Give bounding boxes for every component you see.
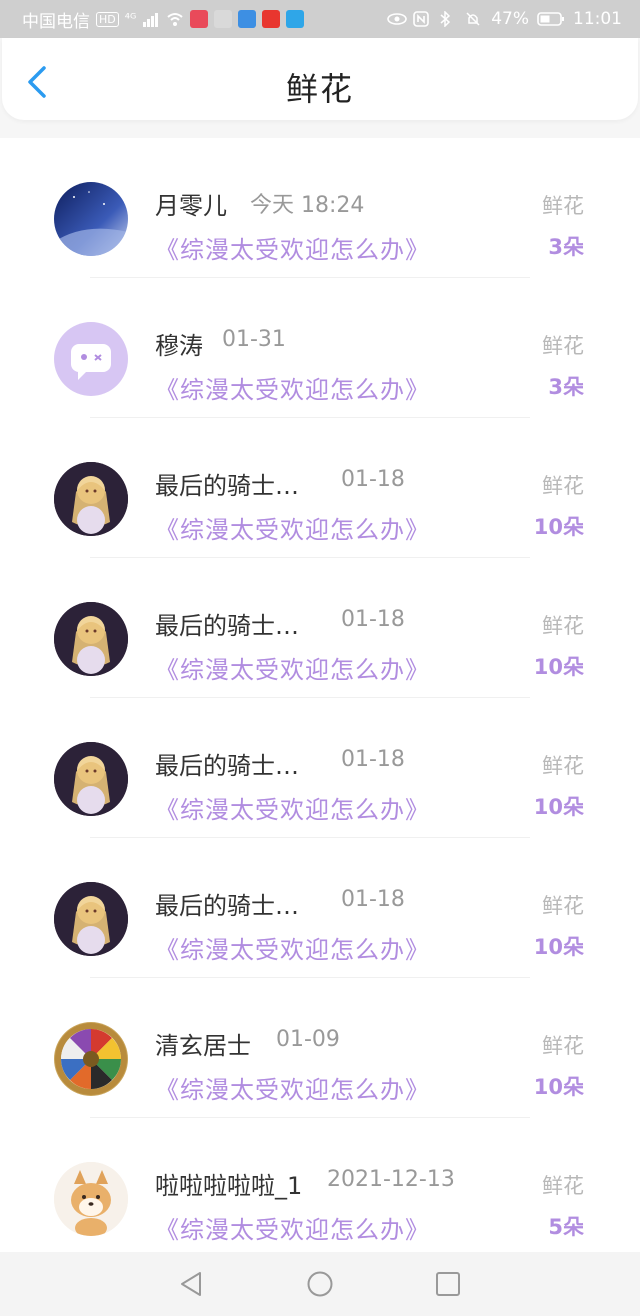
square-recents-icon: [436, 1272, 460, 1296]
timestamp: 01-18: [341, 887, 405, 912]
timestamp: 01-09: [276, 1027, 340, 1052]
book-title-link[interactable]: 《综漫太受欢迎怎么办》: [155, 230, 430, 265]
hd-badge: HD: [96, 11, 119, 27]
gift-type: 鲜花: [542, 754, 584, 778]
app-notification-icon: [286, 10, 305, 28]
app-notification-icon: [190, 10, 209, 28]
carrier-label: 中国电信: [22, 11, 90, 32]
gift-type: 鲜花: [542, 474, 584, 498]
gift-type: 鲜花: [542, 194, 584, 218]
avatar[interactable]: [54, 1162, 128, 1236]
user-name: 最后的骑士…: [155, 472, 299, 500]
gift-count: 3朵: [548, 375, 584, 399]
mute-bell-icon: [465, 11, 483, 27]
avatar[interactable]: [54, 882, 128, 956]
signal-label: ⁴ᴳ: [124, 11, 137, 27]
user-name: 月零儿: [155, 192, 227, 220]
eye-icon: [387, 11, 408, 27]
avatar[interactable]: [54, 602, 128, 676]
nfc-icon: [413, 11, 431, 27]
bluetooth-icon: [439, 10, 457, 28]
app-notification-icon: [238, 10, 257, 28]
clock-time: 11:01: [573, 9, 622, 29]
status-bar: 中国电信 HD ⁴ᴳ 47% 11:01: [0, 0, 640, 38]
circle-home-icon: [307, 1271, 333, 1297]
gift-count: 5朵: [548, 1215, 584, 1239]
gift-type: 鲜花: [542, 614, 584, 638]
user-name: 最后的骑士…: [155, 612, 299, 640]
gift-type: 鲜花: [542, 894, 584, 918]
nav-back-button[interactable]: [178, 1270, 206, 1298]
book-title-link[interactable]: 《综漫太受欢迎怎么办》: [155, 370, 430, 405]
book-title-link[interactable]: 《综漫太受欢迎怎么办》: [155, 1210, 430, 1245]
book-title-link[interactable]: 《综漫太受欢迎怎么办》: [155, 650, 430, 685]
gift-type: 鲜花: [542, 1034, 584, 1058]
list-item[interactable]: 最后的骑士… 01-18 《综漫太受欢迎怎么办》 鲜花 10朵: [0, 558, 640, 698]
timestamp: 01-18: [341, 607, 405, 632]
nav-home-button[interactable]: [306, 1270, 334, 1298]
list-item[interactable]: 清玄居士 01-09 《综漫太受欢迎怎么办》 鲜花 10朵: [0, 978, 640, 1118]
timestamp: 01-31: [222, 327, 286, 352]
triangle-back-icon: [181, 1272, 201, 1296]
list-item[interactable]: 啦啦啦啦啦_1 2021-12-13 《综漫太受欢迎怎么办》 鲜花 5朵: [0, 1118, 640, 1252]
gift-count: 10朵: [533, 655, 584, 679]
gift-type: 鲜花: [542, 1174, 584, 1198]
avatar[interactable]: [54, 742, 128, 816]
user-name: 最后的骑士…: [155, 752, 299, 780]
list-item[interactable]: 穆涛 01-31 《综漫太受欢迎怎么办》 鲜花 3朵: [0, 278, 640, 418]
page-header: 鲜花: [2, 38, 638, 120]
list-item[interactable]: 最后的骑士… 01-18 《综漫太受欢迎怎么办》 鲜花 10朵: [0, 418, 640, 558]
battery-icon: [537, 11, 565, 27]
wifi-icon: [166, 11, 184, 27]
app-notification-icon: [262, 10, 281, 28]
gift-type: 鲜花: [542, 334, 584, 358]
system-nav-bar: [0, 1252, 640, 1316]
flower-list: 月零儿 今天 18:24 《综漫太受欢迎怎么办》 鲜花 3朵 穆涛 01-31 …: [0, 138, 640, 1252]
battery-percent: 47%: [491, 9, 529, 29]
timestamp: 01-18: [341, 747, 405, 772]
user-name: 穆涛: [155, 332, 203, 360]
timestamp: 01-18: [341, 467, 405, 492]
avatar[interactable]: [54, 322, 128, 396]
gift-count: 10朵: [533, 1075, 584, 1099]
book-title-link[interactable]: 《综漫太受欢迎怎么办》: [155, 510, 430, 545]
gift-count: 10朵: [533, 935, 584, 959]
nav-recents-button[interactable]: [434, 1270, 462, 1298]
user-name: 啦啦啦啦啦_1: [155, 1172, 303, 1200]
avatar[interactable]: [54, 182, 128, 256]
gift-count: 3朵: [548, 235, 584, 259]
list-item[interactable]: 月零儿 今天 18:24 《综漫太受欢迎怎么办》 鲜花 3朵: [0, 138, 640, 278]
user-name: 清玄居士: [155, 1032, 251, 1060]
book-title-link[interactable]: 《综漫太受欢迎怎么办》: [155, 930, 430, 965]
app-notification-icon: [214, 10, 233, 28]
book-title-link[interactable]: 《综漫太受欢迎怎么办》: [155, 1070, 430, 1105]
list-item[interactable]: 最后的骑士… 01-18 《综漫太受欢迎怎么办》 鲜花 10朵: [0, 838, 640, 978]
list-item[interactable]: 最后的骑士… 01-18 《综漫太受欢迎怎么办》 鲜花 10朵: [0, 698, 640, 838]
avatar[interactable]: [54, 462, 128, 536]
gift-count: 10朵: [533, 795, 584, 819]
avatar[interactable]: [54, 1022, 128, 1096]
gift-count: 10朵: [533, 515, 584, 539]
page-title: 鲜花: [285, 70, 354, 108]
book-title-link[interactable]: 《综漫太受欢迎怎么办》: [155, 790, 430, 825]
signal-bars-icon: [142, 11, 160, 27]
timestamp: 今天 18:24: [250, 193, 365, 218]
user-name: 最后的骑士…: [155, 892, 299, 920]
timestamp: 2021-12-13: [327, 1167, 455, 1192]
